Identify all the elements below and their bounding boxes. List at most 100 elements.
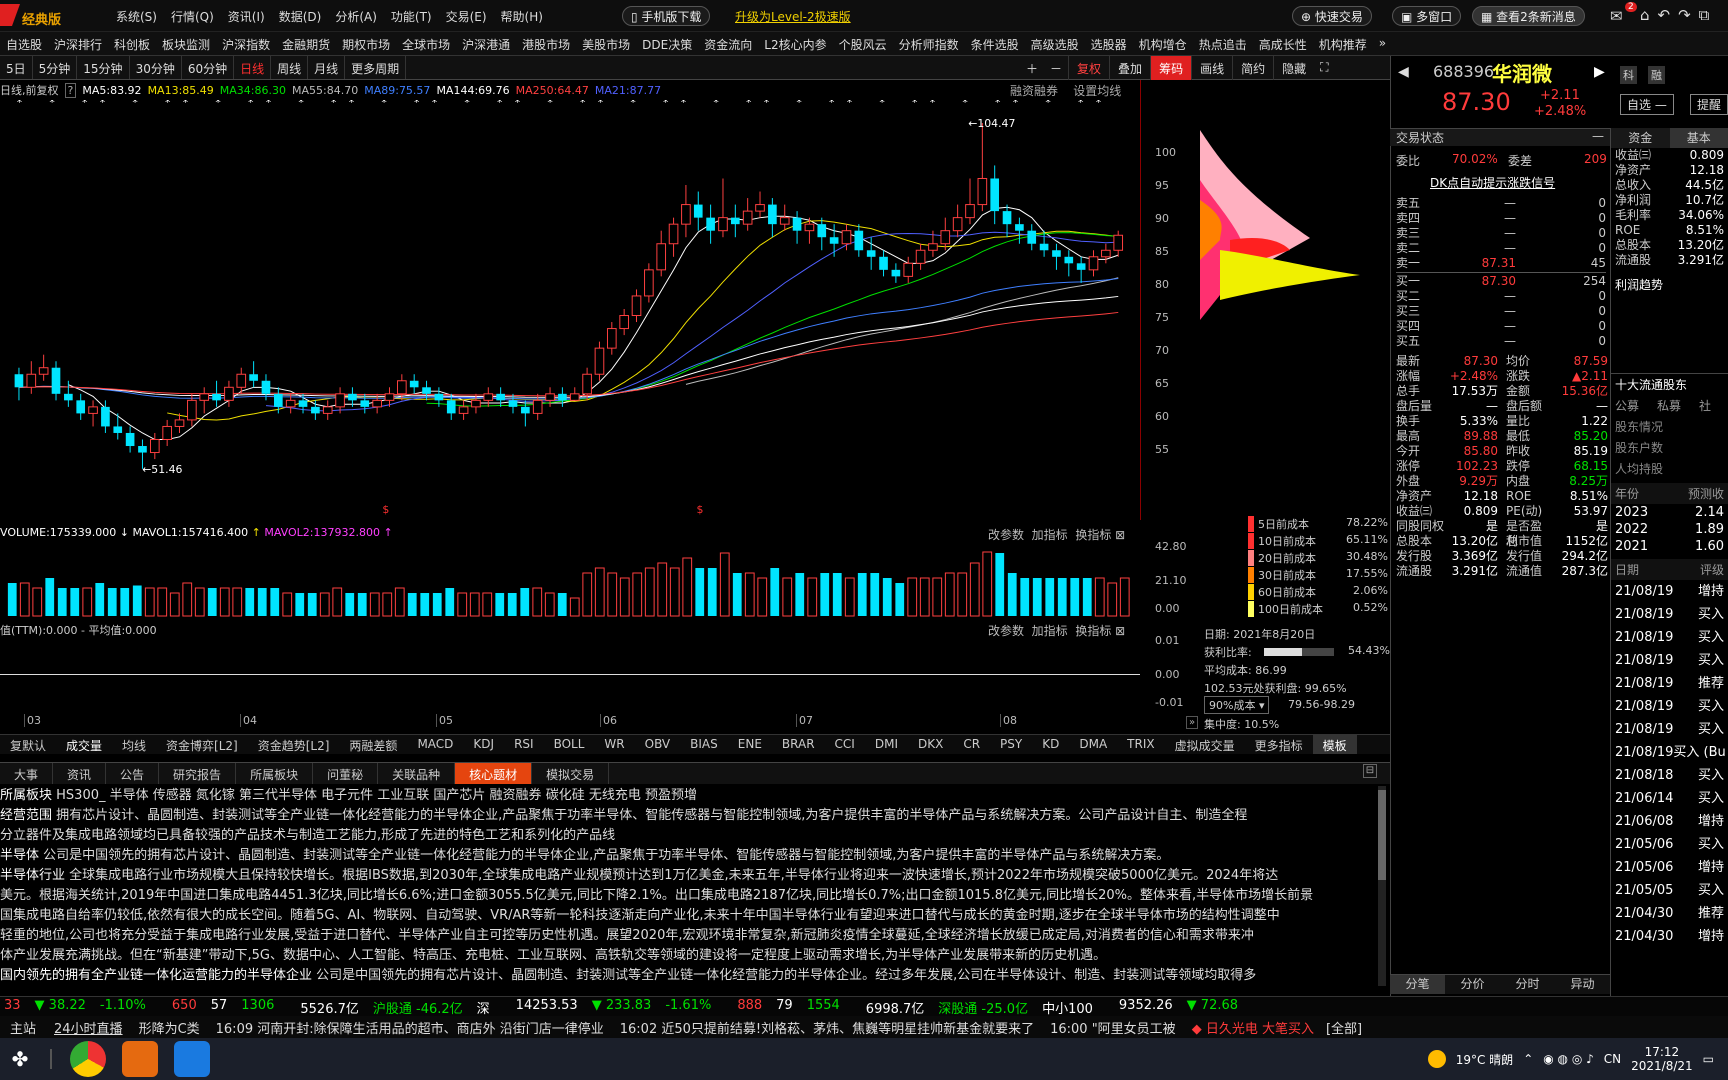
expand-icon[interactable]: » xyxy=(1186,716,1199,729)
candle[interactable] xyxy=(706,204,715,244)
fin-tab[interactable]: 资金 xyxy=(1611,128,1670,148)
candle[interactable] xyxy=(458,400,469,420)
period-tab[interactable]: 更多周期 xyxy=(345,56,407,79)
rating-row[interactable]: 21/06/14 买入 xyxy=(1611,787,1728,810)
candle[interactable] xyxy=(742,198,753,231)
ticker-item[interactable]: -1.10% xyxy=(96,997,150,1016)
indicator-tab[interactable]: KD xyxy=(1032,735,1069,754)
watchlist-button[interactable]: 自选 — xyxy=(1620,94,1674,115)
detail-tab[interactable]: 异动 xyxy=(1555,975,1610,994)
order-sell-row[interactable]: 卖二 — 0 xyxy=(1396,241,1606,256)
nav-item[interactable]: 沪深指数 xyxy=(216,32,276,55)
ticker-item[interactable]: 中小100 xyxy=(1038,997,1097,1017)
candle[interactable] xyxy=(817,217,827,251)
rating-row[interactable]: 21/08/19 买入 (Bu xyxy=(1611,741,1728,764)
window-controls[interactable]: ⌂↶↷⧉ xyxy=(1640,6,1717,24)
candle[interactable] xyxy=(891,263,901,283)
cost-select[interactable]: 90%成本 ▾ xyxy=(1204,696,1270,714)
candle[interactable] xyxy=(199,387,210,414)
indicator-tab[interactable]: DKX xyxy=(908,735,953,754)
indicator-tab[interactable]: BRAR xyxy=(772,735,825,754)
add-indicator-button[interactable]: 加指标 xyxy=(1032,528,1068,542)
nav-item[interactable]: 选股器 xyxy=(1085,32,1133,55)
ticker-item[interactable]: ▼ 38.22 xyxy=(31,997,90,1016)
holder-link[interactable]: 股东户数 xyxy=(1611,437,1728,458)
margin-link[interactable]: 融资融券 xyxy=(1010,84,1058,98)
indicator-tab[interactable]: DMA xyxy=(1069,735,1117,754)
tray-icons[interactable]: ◉ ◍ ◎ ♪ xyxy=(1543,1052,1594,1066)
f10-tab[interactable]: 问董秘 xyxy=(313,763,379,784)
add-icon[interactable]: ＋ xyxy=(1020,56,1044,80)
rating-row[interactable]: 21/05/06 买入 xyxy=(1611,833,1728,856)
indicator-tab[interactable]: ENE xyxy=(728,735,772,754)
edit-params-button[interactable]: 改参数 xyxy=(988,528,1024,542)
ticker-item[interactable]: -1.61% xyxy=(661,997,715,1016)
ma-settings-link[interactable]: 设置均线 xyxy=(1073,84,1121,98)
ticker-item[interactable]: 79 xyxy=(772,997,797,1016)
rating-row[interactable]: 21/08/19 买入 xyxy=(1611,718,1728,741)
candle[interactable] xyxy=(38,354,49,381)
indicator-tab[interactable]: KDJ xyxy=(463,735,504,754)
order-buy-row[interactable]: 买一 87.30 254 xyxy=(1396,274,1606,289)
indicator-tab[interactable]: MACD xyxy=(407,735,463,754)
candle[interactable] xyxy=(755,191,765,218)
candle[interactable] xyxy=(51,361,61,401)
indicator-tab[interactable]: 两融差额 xyxy=(339,735,407,754)
ticker-item[interactable]: 9352.26 xyxy=(1115,997,1177,1016)
ticker-item[interactable]: ▼ 72.68 xyxy=(1183,997,1242,1016)
candle[interactable] xyxy=(125,426,135,453)
close-icon[interactable]: ⊠ xyxy=(1115,528,1125,542)
f10-tab[interactable]: 大事 xyxy=(0,763,54,784)
indicator-tab[interactable]: TRIX xyxy=(1117,735,1164,754)
candle[interactable] xyxy=(631,289,642,323)
ticker-item[interactable]: 5526.7亿 xyxy=(296,997,363,1017)
indicator-tab[interactable]: DMI xyxy=(865,735,908,754)
candle[interactable] xyxy=(656,230,667,277)
candle[interactable] xyxy=(619,308,629,336)
candlestick-chart[interactable]: ←104.47 ←51.46 $ $ * * * * * * * * * * * * * * * * * * * * * * * * *… xyxy=(0,100,1150,515)
menu-item[interactable]: 分析(A) xyxy=(329,0,383,32)
candle[interactable] xyxy=(360,393,370,414)
candle[interactable] xyxy=(730,204,740,238)
candle[interactable] xyxy=(558,387,567,407)
ticker-item[interactable]: 深 xyxy=(473,997,494,1017)
indicator-tab[interactable]: RSI xyxy=(504,735,544,754)
candle[interactable] xyxy=(545,387,555,407)
indicator-tab[interactable]: PSY xyxy=(990,735,1032,754)
candle[interactable] xyxy=(409,374,419,394)
f10-tab[interactable]: 模拟交易 xyxy=(532,763,610,784)
candle[interactable] xyxy=(718,178,728,238)
indicator-tab[interactable]: 虚拟成交量 xyxy=(1165,735,1245,754)
candle[interactable] xyxy=(1015,217,1024,244)
rating-row[interactable]: 21/05/06 增持 xyxy=(1611,856,1728,879)
indicator-tab[interactable]: 资金博弈[L2] xyxy=(156,735,248,754)
period-tab[interactable]: 60分钟 xyxy=(182,56,235,79)
ma-legend-item[interactable]: MA55:84.70 xyxy=(292,84,358,97)
prev-stock-icon[interactable]: ◀ xyxy=(1398,64,1409,80)
video-app-icon[interactable] xyxy=(174,1041,210,1077)
rating-row[interactable]: 21/04/30 推荐 xyxy=(1611,902,1728,925)
holder-tab[interactable]: 社 xyxy=(1699,397,1711,414)
candle[interactable] xyxy=(212,380,221,407)
ticker-item[interactable]: 33 xyxy=(0,997,25,1016)
nav-item[interactable]: 自选股 xyxy=(0,32,48,55)
indicator-tab[interactable]: BIAS xyxy=(680,735,728,754)
ticker-item[interactable]: 14253.53 xyxy=(512,997,582,1016)
rating-row[interactable]: 21/08/19 买入 xyxy=(1611,695,1728,718)
stock-app-icon[interactable] xyxy=(122,1041,158,1077)
rating-row[interactable]: 21/08/19 买入 xyxy=(1611,603,1728,626)
candle[interactable] xyxy=(965,178,975,225)
collapse-icon[interactable]: — xyxy=(1592,129,1604,143)
period-tab[interactable]: 日线 xyxy=(234,56,272,79)
ma-legend-item[interactable]: MA250:64.47 xyxy=(516,84,589,97)
nav-item[interactable]: 分析师指数 xyxy=(893,32,965,55)
chart-tool-button[interactable]: 简约 xyxy=(1232,56,1273,80)
ma-legend-item[interactable]: MA13:85.49 xyxy=(148,84,214,97)
detail-tab[interactable]: 分价 xyxy=(1445,975,1500,994)
candle[interactable] xyxy=(915,243,926,270)
menu-item[interactable]: 资讯(I) xyxy=(222,0,271,32)
indicator-tab[interactable]: 均线 xyxy=(112,735,156,754)
rating-row[interactable]: 21/06/08 增持 xyxy=(1611,810,1728,833)
candle[interactable] xyxy=(483,387,494,407)
nav-item[interactable]: 金融期货 xyxy=(276,32,336,55)
